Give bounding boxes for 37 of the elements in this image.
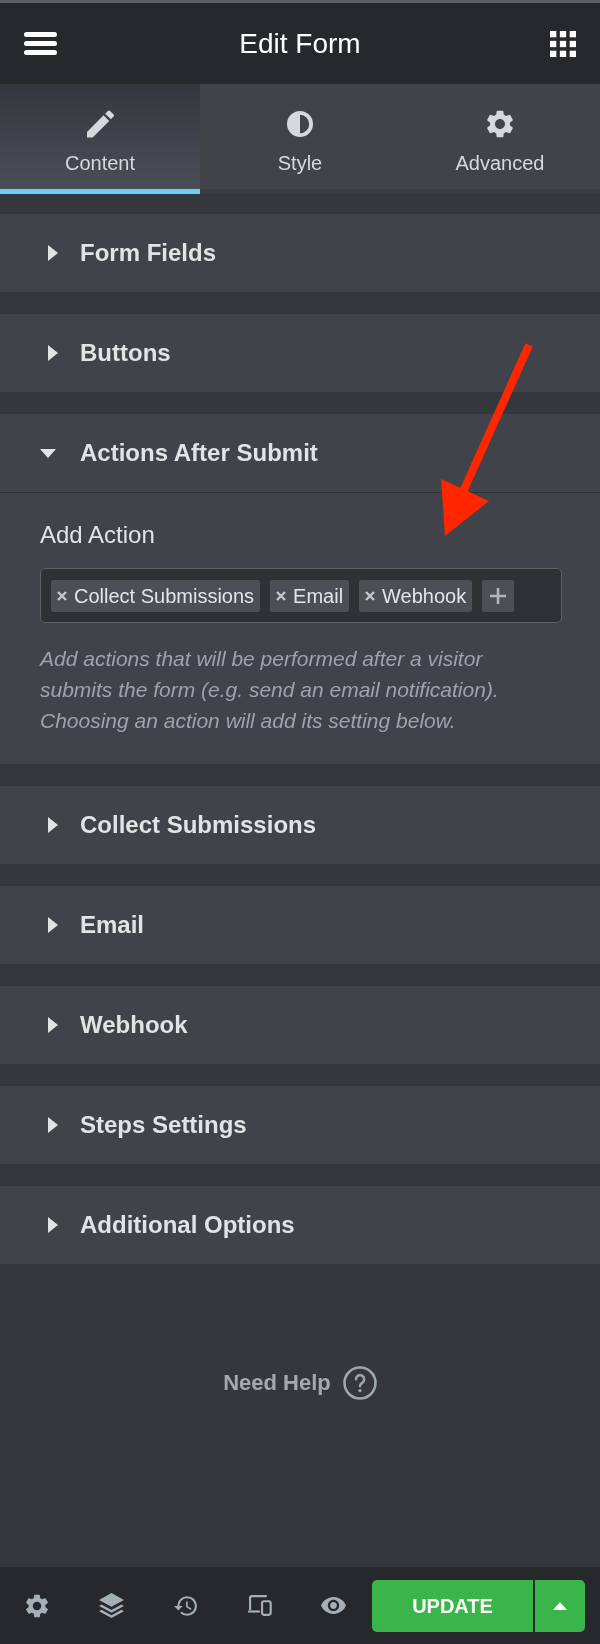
- eye-icon: [320, 1597, 346, 1614]
- actions-select-field[interactable]: Collect Submissions Email Webhook: [40, 568, 562, 623]
- publish-options-button[interactable]: [535, 1579, 585, 1632]
- layers-icon: [98, 1593, 124, 1618]
- section-header[interactable]: Buttons: [0, 314, 600, 392]
- panel-tab[interactable]: Advanced: [400, 84, 600, 194]
- history-icon: [173, 1595, 197, 1616]
- close-icon: [276, 590, 287, 601]
- plus-icon: [490, 587, 507, 604]
- action-tag[interactable]: Email: [270, 579, 350, 612]
- add-action-button[interactable]: [482, 579, 515, 612]
- gear-icon: [26, 1593, 48, 1618]
- gear-icon: [486, 110, 514, 138]
- help-link[interactable]: Need Help: [223, 1366, 377, 1400]
- action-tag[interactable]: Webhook: [359, 579, 473, 612]
- monitor-phone-icon: [246, 1595, 272, 1616]
- apps-grid-button[interactable]: [550, 30, 576, 57]
- close-icon: [57, 590, 67, 601]
- panel-title: Edit Form: [239, 26, 361, 61]
- action-tag[interactable]: Collect Submissions: [51, 579, 261, 612]
- help-text: Add actions that will be performed after a visitor submits the form (e.g. send an email notification). Choosing an action will add its setting below.: [40, 646, 500, 734]
- section-header[interactable]: Collect Submissions: [0, 786, 600, 864]
- pencil-icon: [86, 110, 114, 138]
- help-icon: [342, 1366, 377, 1400]
- grid-icon: [550, 30, 576, 57]
- close-icon: [365, 590, 376, 601]
- section-header[interactable]: Webhook: [0, 986, 600, 1064]
- menu-icon: [24, 32, 57, 55]
- caret-up-icon: [553, 1601, 567, 1610]
- section-header[interactable]: Form Fields: [0, 214, 600, 292]
- menu-button[interactable]: [24, 32, 57, 55]
- field-label: Add Action: [40, 521, 155, 549]
- section-header[interactable]: Additional Options: [0, 1186, 600, 1264]
- section-header[interactable]: Actions After Submit: [0, 414, 600, 492]
- section-header[interactable]: Steps Settings: [0, 1086, 600, 1164]
- panel-tab[interactable]: Style: [200, 84, 400, 194]
- section-header[interactable]: Email: [0, 886, 600, 964]
